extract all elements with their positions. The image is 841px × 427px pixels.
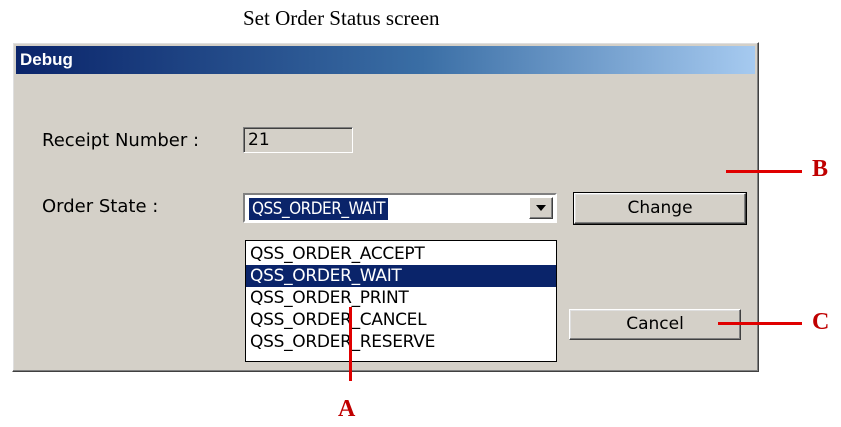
- dropdown-option-print[interactable]: QSS_ORDER_PRINT: [246, 287, 556, 309]
- figure-caption: Set Order Status screen: [243, 6, 440, 30]
- receipt-number-field: 21: [243, 127, 353, 153]
- cancel-button[interactable]: Cancel: [569, 309, 741, 340]
- callout-b-label: B: [812, 156, 829, 182]
- dropdown-option-accept[interactable]: QSS_ORDER_ACCEPT: [246, 243, 556, 265]
- callout-c-label: C: [812, 309, 830, 335]
- dropdown-option-cancel[interactable]: QSS_ORDER_CANCEL: [246, 309, 556, 331]
- order-state-label: Order State :: [42, 196, 159, 217]
- dropdown-option-reserve[interactable]: QSS_ORDER_RESERVE: [246, 331, 556, 353]
- receipt-number-label: Receipt Number :: [42, 130, 200, 151]
- dropdown-option-wait[interactable]: QSS_ORDER_WAIT: [246, 265, 556, 287]
- change-button[interactable]: Change: [573, 192, 747, 225]
- callout-b-line: [726, 170, 802, 173]
- callout-a-line: [349, 307, 352, 381]
- dialog-titlebar[interactable]: Debug: [16, 46, 755, 74]
- order-state-combobox[interactable]: QSS_ORDER_WAIT: [243, 193, 557, 223]
- dropdown-arrow-icon[interactable]: [529, 197, 553, 219]
- debug-dialog: Debug Receipt Number : 21 Order State : …: [12, 42, 759, 372]
- order-state-dropdown-list: QSS_ORDER_ACCEPT QSS_ORDER_WAIT QSS_ORDE…: [245, 240, 557, 362]
- dialog-title: Debug: [20, 50, 73, 69]
- order-state-selected-value: QSS_ORDER_WAIT: [249, 198, 388, 220]
- callout-c-line: [718, 322, 802, 325]
- callout-a-label: A: [338, 396, 356, 422]
